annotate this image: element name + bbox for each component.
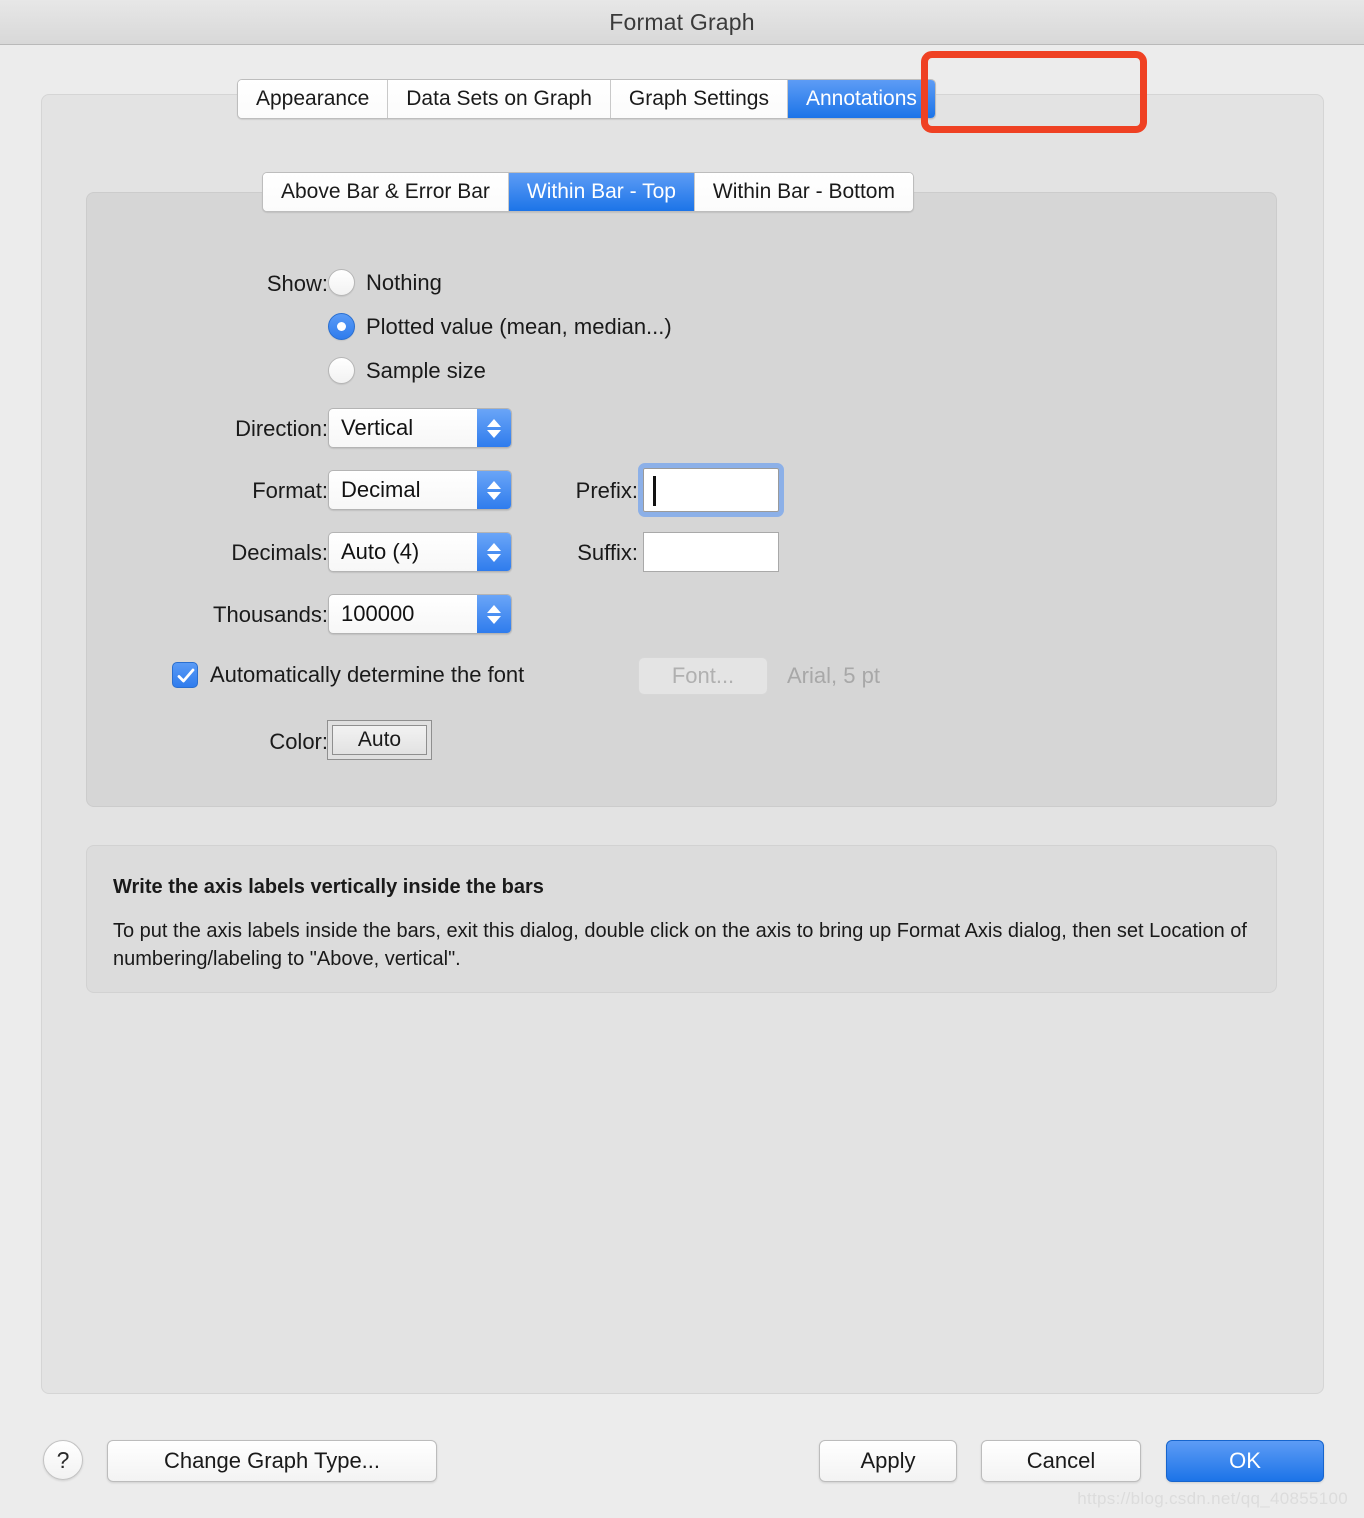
show-label: Show:: [266, 271, 328, 296]
prefix-label: Prefix:: [575, 478, 638, 503]
thousands-select-value: 100000: [341, 601, 415, 626]
tab-annotations[interactable]: Annotations: [787, 80, 935, 118]
direction-select-value: Vertical: [341, 415, 414, 440]
radio-option-nothing[interactable]: Nothing: [328, 269, 442, 296]
window-title: Format Graph: [609, 8, 755, 35]
subtab-above-bar-and-error-bar[interactable]: Above Bar & Error Bar: [263, 173, 509, 211]
apply-button[interactable]: Apply: [819, 1440, 957, 1482]
font-description: Arial, 5 pt: [787, 663, 880, 688]
suffix-input[interactable]: [643, 532, 779, 572]
thousands-select[interactable]: 100000: [328, 594, 512, 634]
help-info-body: To put the axis labels inside the bars, …: [113, 920, 1247, 970]
tab-graph-settings[interactable]: Graph Settings: [610, 80, 788, 118]
help-button[interactable]: ?: [43, 1440, 83, 1480]
decimals-label: Decimals:: [231, 540, 328, 565]
subtab-within-bar-top[interactable]: Within Bar - Top: [508, 173, 695, 211]
format-select-value: Decimal: [341, 477, 421, 502]
radio-plotted-value-label: Plotted value (mean, median...): [366, 313, 672, 339]
decimals-select-value: Auto (4): [341, 539, 420, 564]
thousands-stepper-icon[interactable]: [477, 595, 511, 633]
font-button: Font...: [638, 657, 768, 695]
prefix-input[interactable]: [638, 463, 784, 517]
format-label: Format:: [252, 478, 328, 503]
text-caret: [653, 476, 656, 506]
color-swatch-button[interactable]: Auto: [327, 720, 432, 760]
radio-option-plotted-value[interactable]: Plotted value (mean, median...): [328, 313, 672, 340]
direction-label: Direction:: [235, 416, 328, 441]
radio-option-sample-size[interactable]: Sample size: [328, 357, 486, 384]
subtab-within-bar-bottom[interactable]: Within Bar - Bottom: [694, 173, 913, 211]
watermark-text: https://blog.csdn.net/qq_40855100: [1077, 1489, 1348, 1508]
radio-nothing-indicator[interactable]: [328, 269, 355, 296]
cancel-button[interactable]: Cancel: [981, 1440, 1141, 1482]
radio-sample-size-label: Sample size: [366, 357, 486, 383]
tab-data-sets-on-graph[interactable]: Data Sets on Graph: [388, 80, 611, 118]
auto-font-checkbox[interactable]: [172, 662, 198, 688]
help-info-title: Write the axis labels vertically inside …: [113, 876, 544, 898]
help-info-box: Write the axis labels vertically inside …: [86, 845, 1277, 993]
direction-select[interactable]: Vertical: [328, 408, 512, 448]
radio-sample-size-indicator[interactable]: [328, 357, 355, 384]
change-graph-type-button[interactable]: Change Graph Type...: [107, 1440, 437, 1482]
main-tab-bar: Appearance Data Sets on Graph Graph Sett…: [237, 79, 936, 119]
thousands-label: Thousands:: [213, 602, 328, 627]
auto-font-checkbox-row[interactable]: Automatically determine the font: [172, 662, 524, 688]
window-titlebar: Format Graph: [0, 0, 1364, 45]
direction-stepper-icon[interactable]: [477, 409, 511, 447]
color-label: Color:: [269, 729, 328, 754]
radio-plotted-value-indicator[interactable]: [328, 313, 355, 340]
ok-button[interactable]: OK: [1166, 1440, 1324, 1482]
color-swatch-value: Auto: [332, 725, 427, 755]
suffix-label: Suffix:: [577, 540, 638, 565]
tab-appearance[interactable]: Appearance: [238, 80, 389, 118]
bar-position-tab-bar: Above Bar & Error Bar Within Bar - Top W…: [262, 172, 914, 212]
checkmark-icon: [177, 668, 195, 683]
auto-font-label: Automatically determine the font: [210, 662, 525, 687]
radio-nothing-label: Nothing: [366, 269, 442, 295]
